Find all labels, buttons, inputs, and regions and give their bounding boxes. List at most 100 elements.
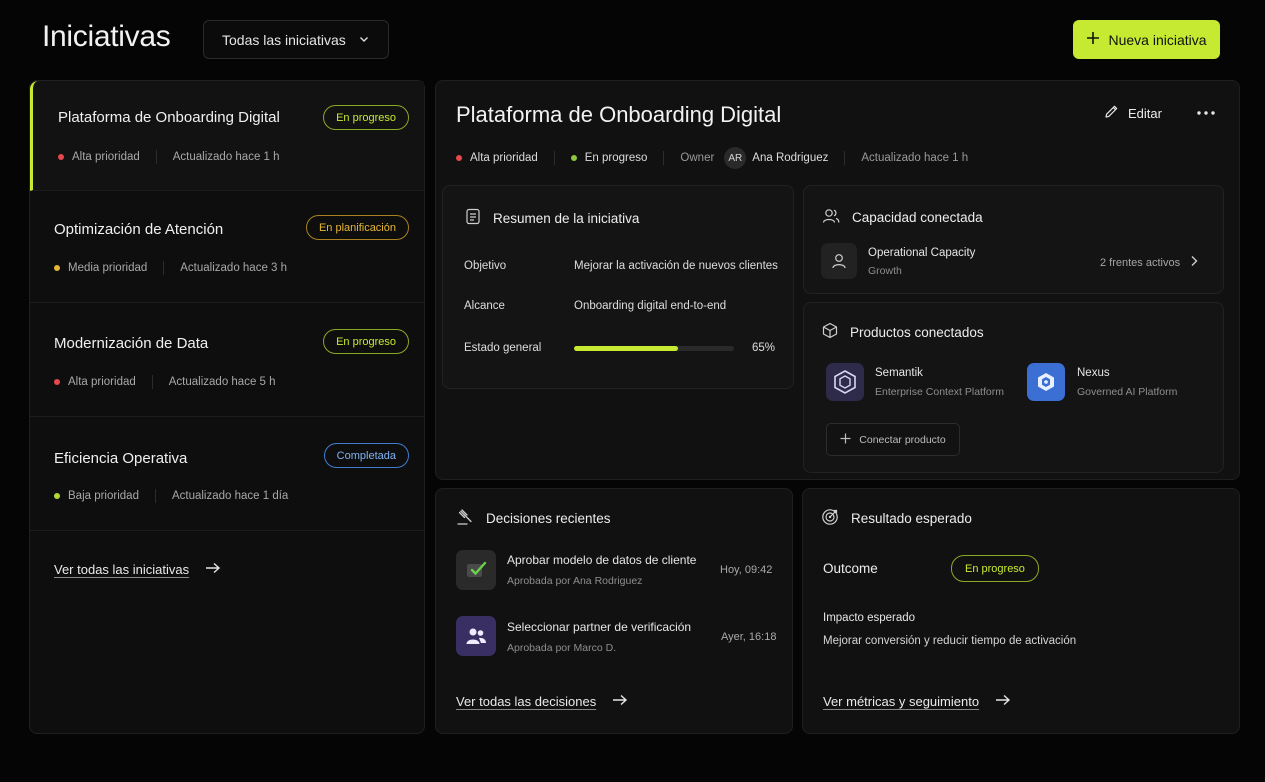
divider (663, 151, 665, 165)
divider (154, 489, 156, 503)
outcome-card: Resultado esperado Outcome En progreso I… (802, 488, 1240, 734)
objective-value: Mejorar la activación de nuevos clientes (574, 260, 778, 272)
product-sub: Governed AI Platform (1077, 386, 1178, 398)
outcome-title-label: Resultado esperado (851, 511, 972, 526)
see-all-decisions-label: Ver todas las decisiones (456, 694, 597, 709)
see-all-initiatives-label: Ver todas las iniciativas (54, 562, 190, 577)
more-options-icon[interactable] (1194, 101, 1218, 125)
detail-priority: Alta prioridad (470, 152, 538, 164)
product-name: Semantik (875, 367, 923, 379)
initiatives-list-panel: Plataforma de Onboarding Digital En prog… (29, 80, 425, 734)
priority-dot (54, 493, 60, 499)
pencil-icon (1104, 104, 1119, 122)
edit-button[interactable]: Editar (1104, 104, 1162, 122)
box-icon (822, 322, 838, 342)
progress-bar (574, 346, 734, 351)
impact-label: Impacto esperado (823, 612, 916, 624)
divider (151, 375, 153, 389)
users-icon (822, 208, 840, 227)
updated-label: Actualizado hace 3 h (180, 262, 288, 274)
new-initiative-label: Nueva iniciativa (1108, 31, 1207, 48)
metrics-link[interactable]: Ver métricas y seguimiento (823, 694, 1011, 709)
products-title-label: Productos conectados (850, 324, 984, 340)
priority-label: Alta prioridad (72, 151, 140, 163)
capacity-title: Capacidad conectada (822, 208, 983, 227)
progress-percent: 65% (752, 342, 776, 354)
target-icon (821, 508, 839, 529)
priority-dot (54, 265, 60, 271)
summary-title: Resumen de la iniciativa (465, 208, 639, 228)
detail-updated: Actualizado hace 1 h (861, 152, 969, 164)
gavel-icon (456, 508, 474, 529)
decisions-title: Decisiones recientes (456, 508, 611, 529)
objective-label: Objetivo (464, 260, 507, 272)
status-badge: Completada (323, 443, 409, 468)
detail-title: Plataforma de Onboarding Digital (456, 102, 782, 127)
initiative-title: Eficiencia Operativa (54, 450, 188, 467)
decisions-title-label: Decisiones recientes (486, 511, 611, 526)
initiative-item[interactable]: Optimización de Atención En planificació… (30, 191, 424, 303)
approve-check-icon (456, 550, 496, 590)
plus-icon (1086, 31, 1100, 48)
decision-title: Seleccionar partner de verificación (507, 620, 692, 634)
priority-dot (54, 379, 60, 385)
initiatives-filter-select[interactable]: Todas las iniciativas (203, 20, 389, 59)
initiative-title: Optimización de Atención (54, 221, 224, 238)
products-title: Productos conectados (822, 322, 984, 342)
nexus-logo-icon (1027, 363, 1065, 401)
connect-product-label: Conectar producto (859, 433, 946, 446)
divider (553, 151, 555, 165)
divider (155, 150, 157, 164)
decision-by: Aprobada por Ana Rodriguez (507, 575, 643, 587)
capacity-card: Capacidad conectada Operational Capacity… (803, 185, 1224, 294)
filter-select-value: Todas las iniciativas (222, 31, 346, 48)
capacity-title-label: Capacidad conectada (852, 210, 983, 225)
products-card: Productos conectados Semantik Enterprise… (803, 302, 1224, 473)
outcome-title: Resultado esperado (821, 508, 972, 529)
initiative-item[interactable]: Modernización de Data En progreso Alta p… (30, 303, 424, 417)
updated-label: Actualizado hace 1 h (172, 151, 280, 163)
see-all-initiatives-link[interactable]: Ver todas las iniciativas (54, 562, 221, 577)
semantik-logo-icon (826, 363, 864, 401)
capacity-fronts-link[interactable]: 2 frentes activos (1100, 255, 1198, 270)
decisions-card: Decisiones recientes Aprobar modelo de d… (435, 488, 793, 734)
capacity-avatar-icon (821, 243, 857, 279)
new-initiative-button[interactable]: Nueva iniciativa (1073, 20, 1220, 59)
scope-label: Alcance (464, 300, 505, 312)
updated-label: Actualizado hace 5 h (168, 376, 276, 388)
document-icon (465, 208, 481, 228)
metrics-link-label: Ver métricas y seguimiento (823, 694, 980, 709)
status-badge: En progreso (323, 105, 409, 130)
capacity-fronts: 2 frentes activos (1100, 256, 1181, 269)
summary-card: Resumen de la iniciativa Objetivo Mejora… (442, 185, 794, 389)
capacity-name: Operational Capacity (868, 247, 976, 259)
connect-product-button[interactable]: Conectar producto (826, 423, 960, 456)
priority-dot (456, 155, 462, 161)
updated-label: Actualizado hace 1 día (171, 490, 289, 502)
outcome-label: Outcome (823, 561, 878, 576)
plus-icon (840, 433, 851, 447)
owner-name: Ana Rodriguez (752, 152, 829, 164)
edit-label: Editar (1128, 105, 1162, 121)
progress-fill (574, 346, 678, 351)
owner-label: Owner (680, 152, 715, 164)
initiative-title: Modernización de Data (54, 335, 209, 352)
page-title: Iniciativas (42, 20, 171, 53)
arrow-right-icon (205, 562, 221, 577)
status-badge: En progreso (323, 329, 409, 354)
initiative-item[interactable]: Plataforma de Onboarding Digital En prog… (30, 81, 424, 191)
priority-label: Media prioridad (68, 262, 148, 274)
product-name: Nexus (1077, 367, 1110, 379)
priority-dot (58, 154, 64, 160)
initiative-detail-panel: Plataforma de Onboarding Digital Editar … (435, 80, 1240, 480)
priority-label: Baja prioridad (68, 490, 139, 502)
divider (163, 261, 165, 275)
initiative-item[interactable]: Eficiencia Operativa Completada Baja pri… (30, 417, 424, 531)
state-label: Estado general (464, 342, 542, 354)
see-all-decisions-link[interactable]: Ver todas las decisiones (456, 694, 628, 709)
status-dot (570, 155, 577, 161)
capacity-sub: Growth (868, 265, 902, 277)
decision-time: Ayer, 16:18 (721, 631, 777, 643)
partner-users-icon (456, 616, 496, 656)
divider (844, 151, 846, 165)
